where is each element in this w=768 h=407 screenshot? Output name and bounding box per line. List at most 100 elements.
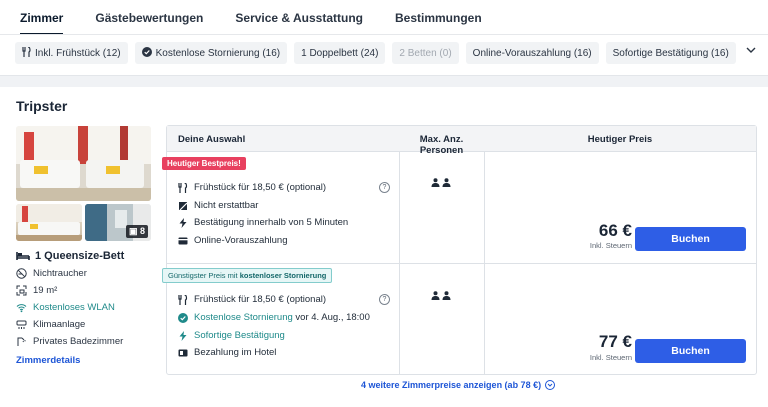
free-cancellation-badge: Günstigster Preis mit kostenloser Storni… (162, 268, 333, 283)
tab-zimmer[interactable]: Zimmer (20, 11, 64, 35)
filter-chip-label: 2 Betten (0) (399, 47, 452, 59)
check-circle-icon (178, 312, 188, 323)
max-persons (431, 291, 451, 300)
offer-feature-label: Nicht erstattbar (194, 200, 259, 211)
offer-feature: Bestätigung innerhalb von 5 Minuten (178, 217, 348, 228)
check-circle-icon (141, 46, 152, 60)
chevron-down-icon (545, 380, 556, 390)
filter-chip-two-beds: 2 Betten (0) (392, 42, 459, 64)
header-persons: Max. Anz. Personen (419, 134, 464, 156)
more-rates-label: 4 weitere Zimmerpreise anzeigen (ab 78 €… (361, 380, 542, 390)
header-choice: Deine Auswahl (178, 134, 246, 145)
filter-chip-label: Online-Vorauszahlung (16) (472, 47, 592, 59)
offer-feature: Frühstück für 18,50 € (optional) (178, 182, 326, 193)
bed-info: 1 Queensize-Bett (16, 250, 124, 262)
photo-count-badge[interactable]: ▣ 8 (125, 225, 148, 238)
filter-chip-double-bed[interactable]: 1 Doppelbett (24) (294, 42, 386, 64)
amenity-wifi: Kostenloses WLAN (16, 302, 115, 313)
best-price-badge: Heutiger Bestpreis! (162, 157, 246, 170)
air-conditioning-icon (16, 320, 27, 329)
book-button[interactable]: Buchen (635, 339, 746, 363)
breakfast-icon (178, 182, 188, 193)
filter-chip-label: Kostenlose Stornierung (16) (155, 47, 281, 59)
free-cancellation-label: Kostenlose Stornierung (194, 312, 293, 323)
person-icon (431, 291, 440, 300)
breakfast-icon (22, 45, 31, 60)
amenity-no-smoking: Nichtraucher (16, 268, 87, 279)
tab-service-ausstattung[interactable]: Service & Ausstattung (235, 11, 363, 35)
tab-bar: Zimmer Gästebewertungen Service & Aussta… (20, 11, 514, 35)
header-price: Heutiger Preis (587, 134, 653, 145)
row-divider (167, 263, 756, 264)
offer-feature: Frühstück für 18,50 € (optional) (178, 294, 326, 305)
amenity-label: 19 m² (33, 285, 58, 296)
offer-feature-label: Bezahlung im Hotel (194, 347, 277, 358)
offer-feature: Nicht erstattbar (178, 200, 258, 211)
tax-note: Inkl. Steuern (589, 353, 632, 362)
bed-icon (16, 252, 30, 260)
badge-prefix: Günstigster Preis mit (168, 271, 240, 280)
hotel-payment-icon (178, 349, 188, 356)
book-button[interactable]: Buchen (635, 227, 746, 251)
chevron-down-icon[interactable] (745, 44, 757, 56)
offer-feature-label: Online-Vorauszahlung (194, 235, 288, 246)
lightning-icon (179, 217, 187, 228)
rate-table-header: Deine Auswahl Max. Anz. Personen Heutige… (167, 126, 756, 156)
amenity-air-conditioning: Klimaanlage (16, 319, 85, 330)
filter-chip-label: 1 Doppelbett (24) (301, 47, 379, 59)
offer-feature: Online-Vorauszahlung (178, 235, 287, 246)
no-smoking-icon (16, 268, 27, 279)
offer-feature-label: Frühstück für 18,50 € (optional) (194, 182, 327, 193)
offer-feature: Kostenlose Stornierung vor 4. Aug., 18:0… (178, 312, 370, 323)
tab-bestimmungen[interactable]: Bestimmungen (395, 11, 482, 35)
amenity-label: Nichtraucher (33, 268, 87, 279)
photo-count-label: 8 (139, 226, 145, 236)
offer-feature-label: Frühstück für 18,50 € (optional) (194, 294, 327, 305)
room-card: Tripster ▣ 8 1 Queensize-Bett Nichtrauch… (0, 87, 768, 407)
person-icon (442, 291, 451, 300)
filter-chip-free-cancellation[interactable]: Kostenlose Stornierung (16) (134, 42, 288, 64)
lightning-icon (179, 330, 187, 341)
rate-table: Deine Auswahl Max. Anz. Personen Heutige… (162, 125, 757, 375)
amenity-private-bathroom: Privates Badezimmer (16, 336, 123, 347)
amenity-label: Kostenloses WLAN (33, 302, 115, 313)
offer-feature-label: Sofortige Bestätigung (194, 330, 285, 341)
non-refundable-icon (179, 201, 188, 210)
offer-feature-label: Kostenlose Stornierung vor 4. Aug., 18:0… (194, 312, 370, 323)
room-details-link[interactable]: Zimmerdetails (16, 355, 80, 366)
breakfast-icon (178, 294, 188, 305)
more-rates-link[interactable]: 4 weitere Zimmerpreise anzeigen (ab 78 €… (361, 380, 556, 390)
room-photo-thumb[interactable] (16, 204, 82, 241)
filter-chip-instant-confirmation[interactable]: Sofortige Bestätigung (16) (605, 42, 736, 64)
filter-chip-online-prepayment[interactable]: Online-Vorauszahlung (16) (465, 42, 599, 64)
room-photo-thumb[interactable]: ▣ 8 (85, 204, 151, 241)
amenity-label: Privates Badezimmer (33, 336, 124, 347)
person-icon (442, 178, 451, 187)
filter-chip-label: Inkl. Frühstück (12) (35, 47, 121, 59)
person-icon (431, 178, 440, 187)
filter-chip-breakfast[interactable]: Inkl. Frühstück (12) (15, 42, 128, 64)
offer-price: 66 € (598, 221, 632, 240)
wifi-icon (16, 304, 27, 313)
room-title: Tripster (16, 98, 68, 114)
tab-gaestebewertungen[interactable]: Gästebewertungen (95, 11, 203, 35)
badge-bold: kostenloser Stornierung (239, 271, 327, 280)
filter-chip-label: Sofortige Bestätigung (16) (612, 47, 729, 59)
tax-note: Inkl. Steuern (589, 241, 632, 250)
tab-divider (0, 34, 768, 35)
amenity-room-size: 19 m² (16, 285, 57, 296)
offer-feature: Sofortige Bestätigung (178, 330, 285, 341)
cancellation-deadline: vor 4. Aug., 18:00 (292, 312, 370, 323)
max-persons (431, 178, 451, 187)
offer-price: 77 € (598, 332, 632, 351)
info-icon[interactable]: ? (379, 182, 390, 193)
offer-feature-label: Bestätigung innerhalb von 5 Minuten (194, 217, 349, 228)
filter-chips: Inkl. Frühstück (12) Kostenlose Stornier… (15, 42, 736, 64)
amenity-label: Klimaanlage (33, 319, 86, 330)
tabs-card: Zimmer Gästebewertungen Service & Aussta… (0, 0, 768, 76)
credit-card-icon (178, 237, 188, 244)
info-icon[interactable]: ? (379, 294, 390, 305)
bed-label: 1 Queensize-Bett (35, 250, 125, 262)
shower-icon (17, 337, 26, 346)
room-photo-main[interactable] (16, 126, 151, 201)
